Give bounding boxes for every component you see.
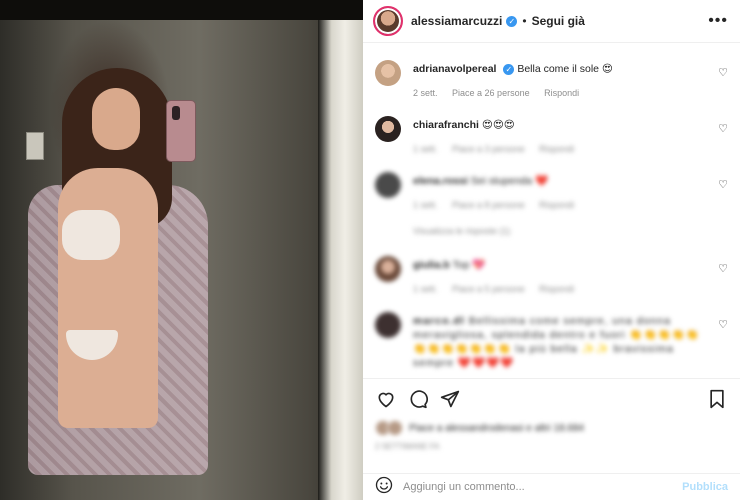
post-side-panel: alessiamarcuzzi ✓ • Segui già ••• adrian… xyxy=(363,0,740,500)
heart-icon[interactable] xyxy=(375,388,397,410)
comment-username[interactable]: marco.dl xyxy=(413,315,465,327)
comment-meta: 1 sett. Piace a 8 persone Rispondi xyxy=(413,200,586,210)
heart-icon[interactable]: ♡ xyxy=(718,122,728,135)
comment-username[interactable]: adrianavolpereal xyxy=(413,63,496,75)
comment-body: giulia.b Top 💖 xyxy=(413,258,713,272)
emoji-icon[interactable] xyxy=(375,476,393,499)
verified-icon: ✓ xyxy=(503,64,515,75)
more-icon[interactable]: ••• xyxy=(708,12,728,30)
heart-icon[interactable]: ♡ xyxy=(718,262,728,275)
comment-reply-button[interactable]: Rispondi xyxy=(539,144,574,154)
heart-icon[interactable]: ♡ xyxy=(718,178,728,191)
comment-time[interactable]: 1 sett. xyxy=(413,284,438,294)
comment-item: chiarafranchi 😍😍😍 1 sett. Piace a 3 pers… xyxy=(375,116,728,162)
photo-face xyxy=(92,88,140,150)
post-date[interactable]: 2 SETTIMANE FA xyxy=(375,442,728,451)
comment-username[interactable]: elena.rossi xyxy=(413,175,468,187)
post-header: alessiamarcuzzi ✓ • Segui già ••• xyxy=(363,0,740,43)
liked-by-row[interactable]: Piace a alessandrodenasi e altri 18.684 xyxy=(375,420,728,436)
comment-avatar[interactable] xyxy=(375,256,401,282)
comment-likes[interactable]: Piace a 3 persone xyxy=(452,144,525,154)
post-photo[interactable] xyxy=(0,0,363,500)
comment-input[interactable] xyxy=(403,481,683,493)
comment-text: Top 💖 xyxy=(452,259,486,271)
comment-meta: 1 sett. Piace a 5 persone Rispondi xyxy=(413,284,586,294)
comment-body: marco.dl Bellissima come sempre, una don… xyxy=(413,314,713,370)
photo-body xyxy=(58,168,158,428)
author-username[interactable]: alessiamarcuzzi xyxy=(411,14,502,28)
comment-avatar[interactable] xyxy=(375,312,401,338)
view-replies-button[interactable]: Visualizza le risposte (1) xyxy=(413,226,522,236)
heart-icon[interactable]: ♡ xyxy=(718,66,728,79)
comment-meta: 1 sett. Piace a 3 persone Rispondi xyxy=(413,144,586,154)
photo-smartphone xyxy=(166,100,196,162)
comment-avatar[interactable] xyxy=(375,60,401,86)
author-avatar[interactable] xyxy=(373,6,403,36)
comment-meta: 2 sett. Piace a 26 persone Rispondi xyxy=(413,88,591,98)
comment-likes[interactable]: Piace a 5 persone xyxy=(452,284,525,294)
comment-item: giulia.b Top 💖 1 sett. Piace a 5 persone… xyxy=(375,256,728,302)
comment-reply-button[interactable]: Rispondi xyxy=(539,200,574,210)
view-replies-label[interactable]: Visualizza le risposte (1) xyxy=(413,226,510,236)
comment-body: chiarafranchi 😍😍😍 xyxy=(413,118,713,132)
comments-list[interactable]: adrianavolpereal ✓ Bella come il sole 😍 … xyxy=(363,44,740,377)
comment-time[interactable]: 1 sett. xyxy=(413,200,438,210)
comment-item: elena.rossi Sei stupenda ❤️ 1 sett. Piac… xyxy=(375,172,728,242)
comment-item: marco.dl Bellissima come sempre, una don… xyxy=(375,312,728,377)
post-action-bar xyxy=(363,378,740,418)
comment-text: 😍😍😍 xyxy=(481,119,515,131)
photo-doorframe xyxy=(318,20,363,500)
verified-icon: ✓ xyxy=(506,15,518,27)
comment-item: adrianavolpereal ✓ Bella come il sole 😍 … xyxy=(375,60,728,110)
photo-light-switch xyxy=(26,132,44,160)
comment-body: adrianavolpereal ✓ Bella come il sole 😍 xyxy=(413,62,713,76)
comment-time[interactable]: 2 sett. xyxy=(413,88,438,98)
comment-avatar[interactable] xyxy=(375,116,401,142)
likes-section: Piace a alessandrodenasi e altri 18.684 … xyxy=(375,420,728,460)
separator-dot: • xyxy=(522,14,527,28)
liked-by-text[interactable]: Piace a alessandrodenasi e altri 18.684 xyxy=(409,423,584,434)
heart-icon[interactable]: ♡ xyxy=(718,318,728,331)
liker-avatar xyxy=(387,420,403,436)
phone-camera xyxy=(172,106,180,120)
comment-text: Sei stupenda ❤️ xyxy=(470,175,549,187)
comment-composer: Pubblica xyxy=(363,473,740,500)
comment-likes[interactable]: Piace a 8 persone xyxy=(452,200,525,210)
following-button[interactable]: Segui già xyxy=(532,14,585,28)
save-icon[interactable] xyxy=(706,388,728,410)
comment-likes[interactable]: Piace a 26 persone xyxy=(452,88,530,98)
post-modal: alessiamarcuzzi ✓ • Segui già ••• adrian… xyxy=(0,0,740,500)
share-icon[interactable] xyxy=(439,388,461,410)
comment-username[interactable]: chiarafranchi xyxy=(413,119,479,131)
comment-username[interactable]: giulia.b xyxy=(413,259,450,271)
comment-body: elena.rossi Sei stupenda ❤️ xyxy=(413,174,713,188)
publish-button[interactable]: Pubblica xyxy=(682,481,728,493)
photo-top xyxy=(62,210,120,260)
comment-text: Bella come il sole 😍 xyxy=(517,63,613,75)
comment-avatar[interactable] xyxy=(375,172,401,198)
comment-icon[interactable] xyxy=(407,388,429,410)
photo-top-shadow xyxy=(0,0,363,20)
comment-time[interactable]: 1 sett. xyxy=(413,144,438,154)
comment-reply-button[interactable]: Rispondi xyxy=(544,88,579,98)
comment-reply-button[interactable]: Rispondi xyxy=(539,284,574,294)
